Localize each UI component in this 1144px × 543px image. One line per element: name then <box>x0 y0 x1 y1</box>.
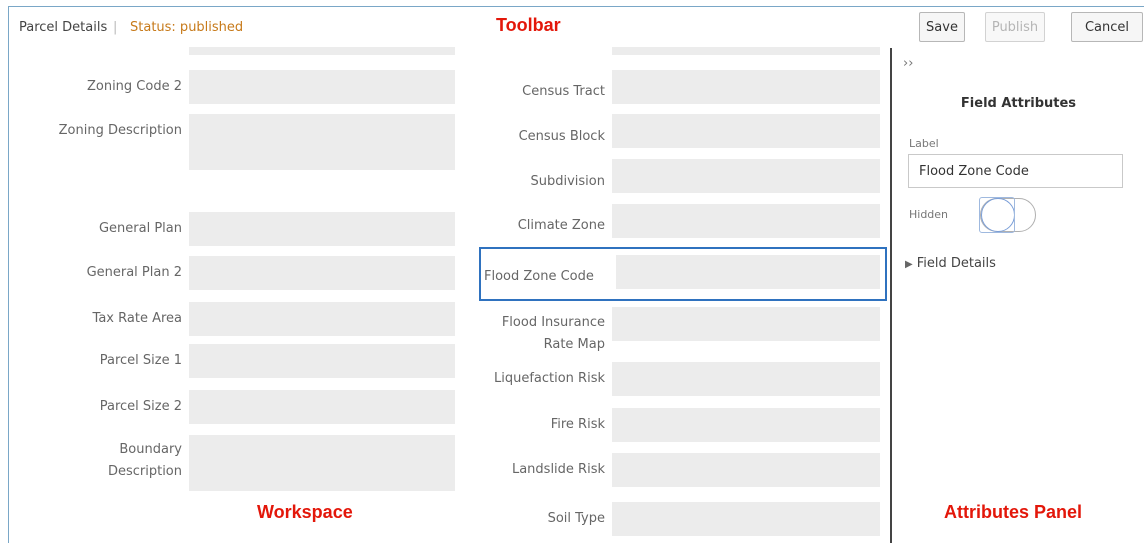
field-label-climate-zone: Climate Zone <box>517 218 605 233</box>
hidden-caption: Hidden <box>909 208 949 221</box>
field-input-landslide-risk[interactable] <box>612 453 880 487</box>
label-input[interactable] <box>908 154 1123 188</box>
field-label-zoning-code-2: Zoning Code 2 <box>86 79 182 94</box>
field-label-landslide-risk: Landslide Risk <box>511 462 605 477</box>
toolbar: Parcel Details | Status: published Save … <box>9 7 1144 47</box>
annotation-workspace: Workspace <box>257 502 353 522</box>
field-details-disclosure[interactable]: ▶ Field Details <box>905 256 996 271</box>
toggle-focus-ring <box>979 197 1015 233</box>
field-input-climate-zone[interactable] <box>612 204 880 238</box>
workspace: Zoning Code 2 Zoning Description General… <box>9 47 902 543</box>
field-input-boundary-description[interactable] <box>189 435 455 491</box>
field-label-general-plan: General Plan <box>98 221 182 236</box>
field-label-fire-risk: Fire Risk <box>550 417 605 432</box>
field-label-tax-rate-area: Tax Rate Area <box>92 311 182 326</box>
cancel-button[interactable]: Cancel <box>1071 12 1143 42</box>
field-input-flood-insurance-rate-map[interactable] <box>612 307 880 341</box>
field-label-flood-zone-code: Flood Zone Code <box>484 269 594 284</box>
field-input-zoning-description[interactable] <box>189 114 455 170</box>
field-input-tax-rate-area[interactable] <box>189 302 455 336</box>
form-field-clipped-right[interactable] <box>612 47 880 55</box>
field-label-parcel-size-1: Parcel Size 1 <box>99 353 182 368</box>
label-caption: Label <box>909 137 939 150</box>
field-input-soil-type[interactable] <box>612 502 880 536</box>
annotation-attributes-panel: Attributes Panel <box>944 502 1083 522</box>
field-input-fire-risk[interactable] <box>612 408 880 442</box>
field-input-zoning-code-2[interactable] <box>189 70 455 104</box>
title-separator: | <box>113 20 118 35</box>
panel-divider <box>890 48 892 543</box>
field-label-boundary-description: Boundary Description <box>107 442 182 479</box>
field-label-general-plan-2: General Plan 2 <box>86 265 182 280</box>
collapse-panel-icon[interactable]: ›› <box>903 56 913 71</box>
app-frame: Parcel Details | Status: published Save … <box>8 6 1144 543</box>
field-input-general-plan-2[interactable] <box>189 256 455 290</box>
status-text: Status: published <box>130 20 244 35</box>
field-label-liquefaction-risk: Liquefaction Risk <box>493 371 605 386</box>
field-input-census-tract[interactable] <box>612 70 880 104</box>
field-label-parcel-size-2: Parcel Size 2 <box>99 399 182 414</box>
form-field-clipped-left[interactable] <box>189 47 455 55</box>
field-label-soil-type: Soil Type <box>547 511 605 526</box>
field-label-census-tract: Census Tract <box>522 84 605 99</box>
field-input-parcel-size-1[interactable] <box>189 344 455 378</box>
field-label-flood-insurance-rate-map: Flood Insurance Rate Map <box>501 315 605 352</box>
field-input-flood-zone-code[interactable] <box>616 255 880 289</box>
panel-heading: Field Attributes <box>960 96 1077 111</box>
attributes-panel: ›› Field Attributes Label Hidden ▶Field … <box>893 48 1144 543</box>
field-input-subdivision[interactable] <box>612 159 880 193</box>
page-title: Parcel Details <box>19 20 108 35</box>
field-label-zoning-description: Zoning Description <box>58 123 182 138</box>
field-input-parcel-size-2[interactable] <box>189 390 455 424</box>
hidden-toggle[interactable] <box>979 197 1036 233</box>
field-input-liquefaction-risk[interactable] <box>612 362 880 396</box>
field-input-general-plan[interactable] <box>189 212 455 246</box>
field-label-subdivision: Subdivision <box>530 174 606 189</box>
save-button[interactable]: Save <box>919 12 965 42</box>
triangle-right-icon: ▶ <box>905 259 913 270</box>
field-input-census-block[interactable] <box>612 114 880 148</box>
publish-button[interactable]: Publish <box>985 12 1045 42</box>
field-details-label: Field Details <box>916 256 996 271</box>
field-label-census-block: Census Block <box>518 129 605 144</box>
annotation-toolbar: Toolbar <box>496 15 561 35</box>
